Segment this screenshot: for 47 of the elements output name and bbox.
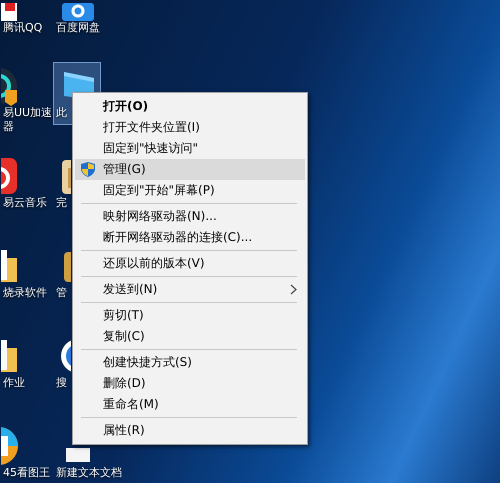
- icon-label: 易UU加速器: [3, 106, 54, 134]
- icon-label: 百度网盘: [56, 21, 101, 35]
- menu-item-label: 创建快捷方式(S): [103, 354, 192, 371]
- menu-item[interactable]: 固定到"快速访问": [75, 138, 305, 159]
- icon-label: 易云音乐: [3, 196, 48, 210]
- menu-item-label: 删除(D): [103, 375, 146, 392]
- menu-item[interactable]: 打开(O): [75, 96, 305, 117]
- menu-item[interactable]: 删除(D): [75, 373, 305, 394]
- icon-label: 完: [56, 196, 68, 210]
- menu-item[interactable]: 打开文件夹位置(I): [75, 117, 305, 138]
- menu-item[interactable]: 固定到"开始"屏幕(P): [75, 180, 305, 201]
- menu-item-label: 剪切(T): [103, 307, 144, 324]
- menu-item-label: 固定到"快速访问": [103, 140, 198, 157]
- icon-label: 烧录软件: [3, 286, 48, 300]
- menu-item-label: 打开文件夹位置(I): [103, 119, 200, 136]
- menu-item-label: 发送到(N): [103, 281, 158, 298]
- menu-item-label: 管理(G): [103, 161, 146, 178]
- icon-label: 此: [56, 106, 68, 120]
- menu-item[interactable]: 重命名(M): [75, 394, 305, 415]
- menu-item[interactable]: 复制(C): [75, 326, 305, 347]
- shield-icon: [81, 162, 95, 177]
- menu-item[interactable]: 属性(R): [75, 420, 305, 441]
- desktop-icon[interactable]: 百度网盘: [53, 0, 123, 40]
- menu-item-label: 复制(C): [103, 328, 145, 345]
- menu-item-label: 属性(R): [103, 422, 145, 439]
- menu-item[interactable]: 断开网络驱动器的连接(C)...: [75, 227, 305, 248]
- menu-item-label: 映射网络驱动器(N)...: [103, 208, 217, 225]
- menu-item[interactable]: 还原以前的版本(V): [75, 253, 305, 274]
- icon-label: 作业: [3, 376, 26, 390]
- menu-item[interactable]: 创建快捷方式(S): [75, 352, 305, 373]
- icon-label: 新建文本文档: [56, 466, 122, 480]
- icon-label: 腾讯QQ: [3, 21, 44, 35]
- desktop-icon[interactable]: 易云音乐: [0, 152, 58, 215]
- menu-item-label: 固定到"开始"屏幕(P): [103, 182, 215, 199]
- icon-label: 管: [56, 286, 68, 300]
- icon-label: 45看图王: [3, 466, 51, 480]
- menu-item[interactable]: 剪切(T): [75, 305, 305, 326]
- desktop-icon[interactable]: 管: [53, 242, 72, 305]
- menu-item[interactable]: 映射网络驱动器(N)...: [75, 206, 305, 227]
- icon-label: 搜: [56, 376, 68, 390]
- menu-item[interactable]: 管理(G): [75, 159, 305, 180]
- chevron-right-icon: [290, 284, 297, 295]
- menu-item-label: 打开(O): [103, 98, 148, 115]
- menu-item-label: 还原以前的版本(V): [103, 255, 205, 272]
- menu-item[interactable]: 发送到(N): [75, 279, 305, 300]
- menu-item-label: 重命名(M): [103, 396, 159, 413]
- menu-item-label: 断开网络驱动器的连接(C)...: [103, 229, 252, 246]
